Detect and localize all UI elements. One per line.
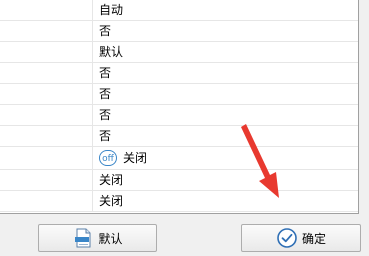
table-row[interactable]: 关闭 [0,170,358,191]
property-value[interactable]: 否 [99,21,111,41]
property-name-cell [0,147,93,169]
ok-button-label: 确定 [301,231,326,246]
property-name-cell [0,42,93,62]
property-value[interactable]: 否 [99,84,111,104]
property-value-text: 关闭 [123,151,148,165]
table-row[interactable]: 默认 [0,42,358,63]
off-toggle-icon[interactable]: off [99,149,117,166]
property-name-cell [0,105,93,125]
property-name-cell [0,84,93,104]
property-value[interactable]: 否 [99,63,111,83]
property-name-cell [0,170,93,190]
property-value[interactable]: off 关闭 [99,147,147,169]
default-button[interactable]: 默认 [38,224,157,252]
table-row[interactable]: 否 [0,126,358,147]
property-name-cell [0,126,93,146]
document-icon [72,227,94,249]
settings-table: 自动 否 默认 否 否 否 否 off 关闭 关闭 关闭 [0,0,359,214]
table-row[interactable]: 自动 [0,0,358,21]
check-circle-icon [276,227,298,249]
default-button-label: 默认 [98,231,123,246]
property-value[interactable]: 默认 [99,42,123,62]
property-name-cell [0,191,93,211]
table-row[interactable]: 否 [0,84,358,105]
property-name-cell [0,21,93,41]
property-value[interactable]: 否 [99,126,111,146]
table-row[interactable]: 关闭 [0,191,358,212]
property-value[interactable]: 关闭 [99,170,123,190]
ok-button[interactable]: 确定 [241,224,361,252]
dialog-button-bar: 默认 确定 [0,214,369,256]
property-value[interactable]: 关闭 [99,191,123,211]
table-row[interactable]: 否 [0,105,358,126]
property-value[interactable]: 自动 [99,0,123,20]
property-name-cell [0,63,93,83]
table-row[interactable]: off 关闭 [0,147,358,170]
property-name-cell [0,0,93,20]
table-row[interactable]: 否 [0,21,358,42]
table-row[interactable]: 否 [0,63,358,84]
property-value[interactable]: 否 [99,105,111,125]
